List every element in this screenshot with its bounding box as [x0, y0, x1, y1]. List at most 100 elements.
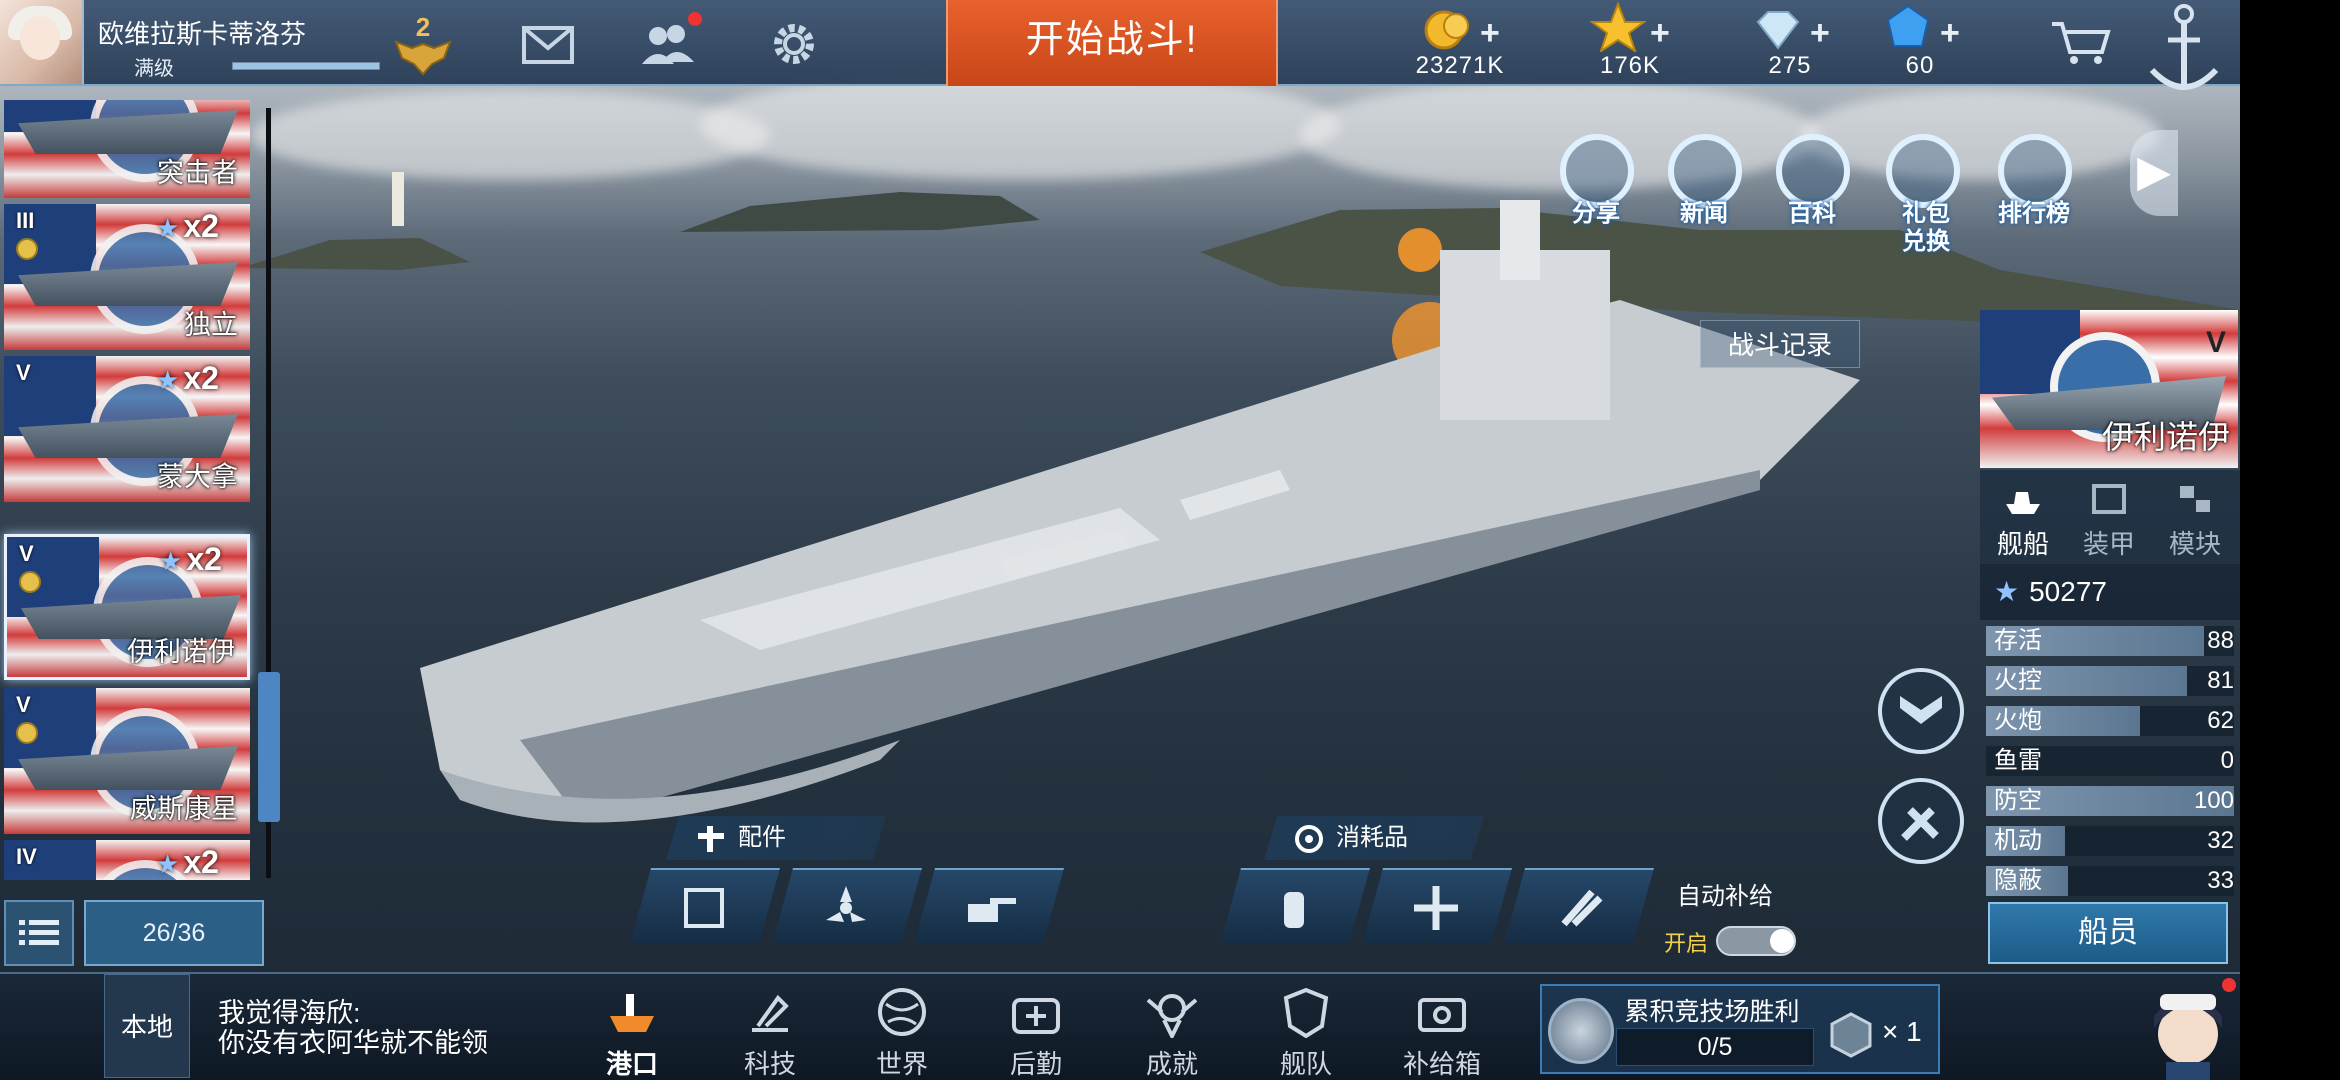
medal-icon: [16, 238, 38, 260]
reward-shield-icon: [1830, 1012, 1872, 1058]
anchor-menu-icon[interactable]: [2140, 0, 2240, 110]
leaderboard-button[interactable]: 排行榜: [1988, 130, 2080, 238]
wrench-icon: [1901, 807, 1939, 841]
star-resource[interactable]: + 176K: [1580, 0, 1690, 86]
blue-crystal-icon: [1886, 4, 1930, 47]
rank-chevron-button[interactable]: [1878, 668, 1964, 754]
chat-message[interactable]: 我觉得海欣: 你没有衣阿华就不能领: [218, 998, 488, 1058]
crystal-resource[interactable]: + 60: [1870, 0, 1980, 86]
add-gold-icon[interactable]: +: [1480, 14, 1500, 53]
arena-quest-title: 累积竞技场胜利: [1624, 998, 1800, 1026]
wings-rank-icon: [394, 40, 452, 76]
add-star-icon[interactable]: +: [1650, 14, 1670, 53]
start-battle-button[interactable]: 开始战斗!: [946, 0, 1278, 86]
ship-card-montana[interactable]: V ★ x2 蒙大拿: [4, 356, 250, 502]
shop-cart-icon[interactable]: [2050, 18, 2114, 73]
ship-card-tier: V: [16, 360, 31, 385]
ship-card-wisconsin[interactable]: V 威斯康星: [4, 688, 250, 834]
star-value: 176K: [1599, 52, 1661, 79]
assistant-avatar[interactable]: [2140, 976, 2236, 1080]
armor-icon: [2092, 484, 2126, 514]
selected-ship-name: 伊利诺伊: [2101, 419, 2230, 455]
port-icon: [610, 994, 654, 1032]
arena-quest[interactable]: 累积竞技场胜利 0/5 × 1: [1540, 984, 1940, 1074]
settings-gear-icon[interactable]: [766, 20, 822, 68]
ship-list-scroll-thumb[interactable]: [258, 672, 280, 822]
chat-channel[interactable]: 本地: [104, 974, 190, 1078]
gold-resource[interactable]: + 23271K: [1410, 0, 1520, 86]
auto-supply-toggle[interactable]: [1716, 926, 1796, 956]
repair-button[interactable]: [1878, 778, 1964, 864]
nav-tech[interactable]: 科技: [720, 986, 820, 1079]
list-menu-button[interactable]: [4, 900, 74, 966]
nav-world[interactable]: 世界: [852, 986, 952, 1079]
star-icon: ★: [156, 213, 180, 243]
add-crystal-icon[interactable]: +: [1940, 14, 1960, 53]
consumables-icon: [1295, 825, 1323, 853]
nav-port[interactable]: 港口: [582, 986, 682, 1079]
battle-record-button[interactable]: 战斗记录: [1700, 320, 1860, 368]
nav-fleet[interactable]: 舰队: [1256, 986, 1356, 1079]
ship-list[interactable]: 突击者 III ★ x2 独立 V ★ x2 蒙大拿 V ★ x2 伊利诺伊 V 威斯…: [0, 100, 270, 880]
star-icon: ★: [156, 849, 180, 879]
star-icon: ★: [1994, 576, 2020, 607]
ship-card-partial[interactable]: IV ★ x2: [4, 840, 250, 880]
nav-supply-box[interactable]: 补给箱: [1392, 986, 1492, 1079]
stat-label: 火控: [1994, 667, 2042, 694]
repair-kit-icon: [1414, 886, 1458, 930]
crew-button[interactable]: 船员: [1988, 902, 2228, 964]
star-icon: [1590, 2, 1646, 52]
diamond-resource[interactable]: + 275: [1740, 0, 1850, 86]
leaderboard-icon: [1998, 134, 2072, 208]
friends-icon[interactable]: [640, 20, 696, 68]
add-diamond-icon[interactable]: +: [1810, 14, 1830, 53]
extinguisher-icon: [1284, 892, 1304, 928]
diamond-value: 275: [1768, 52, 1812, 79]
notification-dot: [688, 12, 702, 26]
stat-row: 火控 81: [1980, 660, 2240, 700]
consumable-slot-1[interactable]: [1220, 868, 1370, 944]
ship-card-independence[interactable]: III ★ x2 独立: [4, 204, 250, 350]
ship-card-raider[interactable]: 突击者: [4, 100, 250, 198]
mail-icon[interactable]: [520, 20, 576, 68]
logistics-icon: [1012, 998, 1060, 1034]
tab-armor[interactable]: 装甲: [2066, 470, 2152, 564]
ship-card-name: 蒙大拿: [157, 462, 238, 492]
selected-ship-card[interactable]: V 伊利诺伊: [1980, 310, 2238, 468]
share-button[interactable]: 分享: [1550, 130, 1642, 238]
news-icon: [1668, 134, 1742, 208]
expand-menu-arrow-icon[interactable]: ▶: [2130, 130, 2178, 216]
stat-value: 62: [2207, 707, 2234, 734]
nav-logistics[interactable]: 后勤: [986, 986, 1086, 1079]
star-icon: ★: [156, 365, 180, 395]
part-slot-1[interactable]: [630, 868, 780, 944]
list-icon: [19, 920, 59, 945]
tab-module[interactable]: 模块: [2152, 470, 2238, 564]
gift-redeem-button[interactable]: 礼包兑换: [1876, 130, 1976, 255]
encyclopedia-button[interactable]: 百科: [1766, 130, 1858, 238]
gold-value: 23271K: [1415, 52, 1505, 79]
diamond-icon: [1756, 11, 1800, 50]
ship-card-illinois[interactable]: V ★ x2 伊利诺伊: [4, 534, 250, 680]
selected-ship-tier: V: [2205, 326, 2226, 359]
part-slot-3[interactable]: [914, 868, 1064, 944]
stat-row: 防空 100: [1980, 780, 2240, 820]
tab-ship[interactable]: 舰船: [1980, 470, 2066, 564]
player-avatar[interactable]: [0, 0, 84, 84]
tech-icon: [752, 994, 789, 1032]
stat-label: 隐蔽: [1994, 867, 2042, 894]
stat-row: 火炮 62: [1980, 700, 2240, 740]
stat-row: 鱼雷 0: [1980, 740, 2240, 780]
consumable-slot-2[interactable]: [1362, 868, 1512, 944]
player-level: 满级: [134, 58, 174, 80]
ship-card-multiplier: ★ x2: [156, 208, 219, 244]
rank-badge[interactable]: 2: [392, 12, 454, 78]
part-slot-2[interactable]: [772, 868, 922, 944]
news-button[interactable]: 新闻: [1658, 130, 1750, 238]
xp-bar: [232, 62, 380, 70]
parts-icon: [698, 826, 724, 852]
stat-label: 存活: [1994, 627, 2042, 654]
ship-stats: 存活 88 火控 81 火炮 62 鱼雷 0 防空 100 机动 32 隐蔽 33: [1980, 620, 2240, 900]
nav-achievement[interactable]: 成就: [1122, 986, 1222, 1079]
stat-label: 火炮: [1994, 707, 2042, 734]
